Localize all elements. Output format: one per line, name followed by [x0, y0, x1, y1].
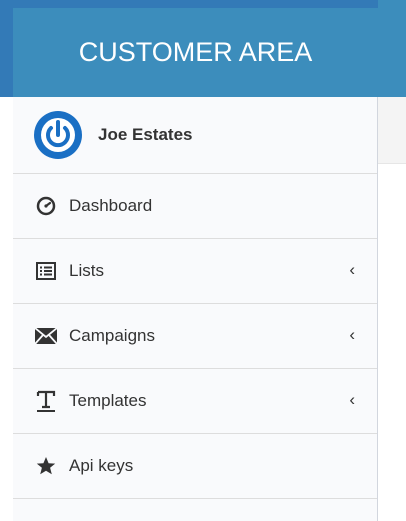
sidebar-item-label: Api keys — [69, 456, 134, 475]
dashboard-icon — [35, 195, 57, 217]
brand-logo-text[interactable]: CUSTOMER AREA — [13, 8, 378, 97]
navbar-strip — [378, 0, 406, 97]
sidebar: Joe Estates Dashboard Lists ‹ Campaigns … — [13, 97, 378, 521]
star-icon — [35, 455, 57, 477]
menu-divider — [13, 499, 377, 521]
sidebar-menu: Dashboard Lists ‹ Campaigns ‹ Templates … — [13, 174, 377, 521]
user-panel: Joe Estates — [13, 97, 377, 174]
chevron-left-icon: ‹ — [349, 390, 355, 409]
main-content-area — [378, 97, 406, 521]
top-header: CUSTOMER AREA — [0, 0, 406, 97]
power-icon — [34, 111, 82, 159]
text-icon — [35, 390, 57, 412]
content-header-band — [378, 97, 406, 164]
chevron-left-icon: ‹ — [349, 260, 355, 279]
sidebar-item-lists[interactable]: Lists ‹ — [13, 239, 377, 304]
list-icon — [35, 260, 57, 282]
sidebar-item-label: Dashboard — [69, 196, 153, 215]
envelope-icon — [35, 325, 57, 347]
sidebar-item-campaigns[interactable]: Campaigns ‹ — [13, 304, 377, 369]
sidebar-item-label: Templates — [69, 391, 147, 410]
user-name: Joe Estates — [98, 125, 193, 144]
sidebar-item-templates[interactable]: Templates ‹ — [13, 369, 377, 434]
chevron-left-icon: ‹ — [349, 325, 355, 344]
sidebar-item-label: Lists — [69, 261, 104, 280]
sidebar-item-label: Campaigns — [69, 326, 155, 345]
sidebar-item-dashboard[interactable]: Dashboard — [13, 174, 377, 239]
sidebar-item-api-keys[interactable]: Api keys — [13, 434, 377, 499]
